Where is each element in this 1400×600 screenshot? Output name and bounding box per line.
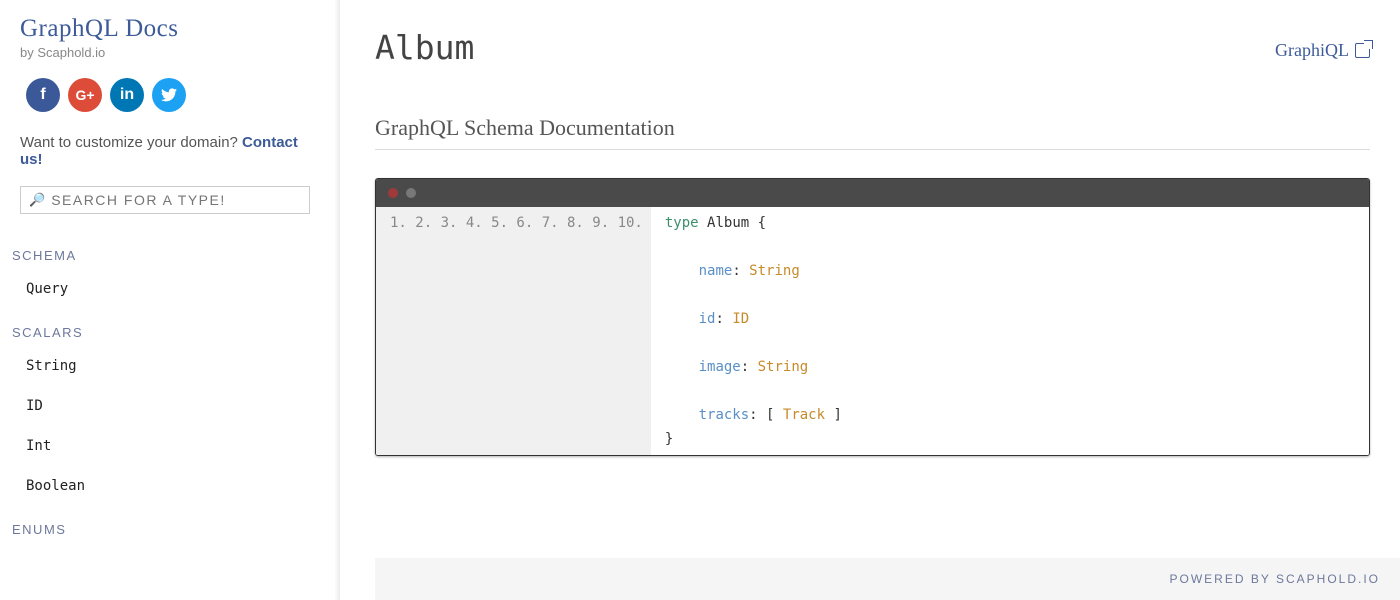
social-buttons: f G+ in (26, 78, 320, 112)
search-icon: 🔎 (29, 192, 45, 208)
docs-subtitle: by Scaphold.io (20, 45, 320, 60)
window-dot-icon (406, 188, 416, 198)
nav-item[interactable]: Int (20, 426, 320, 466)
facebook-icon[interactable]: f (26, 78, 60, 112)
nav-item[interactable]: Query (20, 269, 320, 309)
footer-text: POWERED BY SCAPHOLD.IO (1170, 572, 1380, 586)
code-block: 1. 2. 3. 4. 5. 6. 7. 8. 9. 10. type Albu… (376, 207, 1369, 455)
schema-subtitle: GraphQL Schema Documentation (375, 115, 1370, 150)
footer: POWERED BY SCAPHOLD.IO (375, 558, 1400, 600)
nav-section-title: SCALARS (12, 325, 320, 340)
nav-section-title: ENUMS (12, 522, 320, 537)
nav-item[interactable]: ID (20, 386, 320, 426)
nav-item[interactable]: Boolean (20, 466, 320, 506)
nav-item[interactable]: String (20, 346, 320, 386)
sidebar: GraphQL Docs by Scaphold.io f G+ in Want… (0, 0, 340, 600)
docs-title: GraphQL Docs (20, 15, 320, 43)
graphiql-link[interactable]: GraphiQL (1275, 40, 1370, 61)
code-window-titlebar (376, 179, 1369, 207)
line-numbers: 1. 2. 3. 4. 5. 6. 7. 8. 9. 10. (376, 207, 651, 455)
search-input[interactable]: 🔎 (20, 186, 310, 214)
code-window: 1. 2. 3. 4. 5. 6. 7. 8. 9. 10. type Albu… (375, 178, 1370, 456)
graphiql-label: GraphiQL (1275, 40, 1349, 61)
code-lines: type Album { name: String id: ID image: … (651, 207, 856, 455)
linkedin-icon[interactable]: in (110, 78, 144, 112)
twitter-icon[interactable] (152, 78, 186, 112)
cta-text: Want to customize your domain? (20, 134, 242, 151)
nav-section-title: SCHEMA (12, 248, 320, 263)
page-title: Album (375, 28, 1370, 67)
window-dot-icon (388, 188, 398, 198)
search-field[interactable] (51, 192, 301, 208)
google-plus-icon[interactable]: G+ (68, 78, 102, 112)
nav: SCHEMAQuerySCALARSStringIDIntBooleanENUM… (20, 248, 320, 537)
external-link-icon (1355, 43, 1370, 58)
cta: Want to customize your domain? Contact u… (20, 134, 320, 168)
main: Album GraphiQL GraphQL Schema Documentat… (340, 0, 1400, 600)
